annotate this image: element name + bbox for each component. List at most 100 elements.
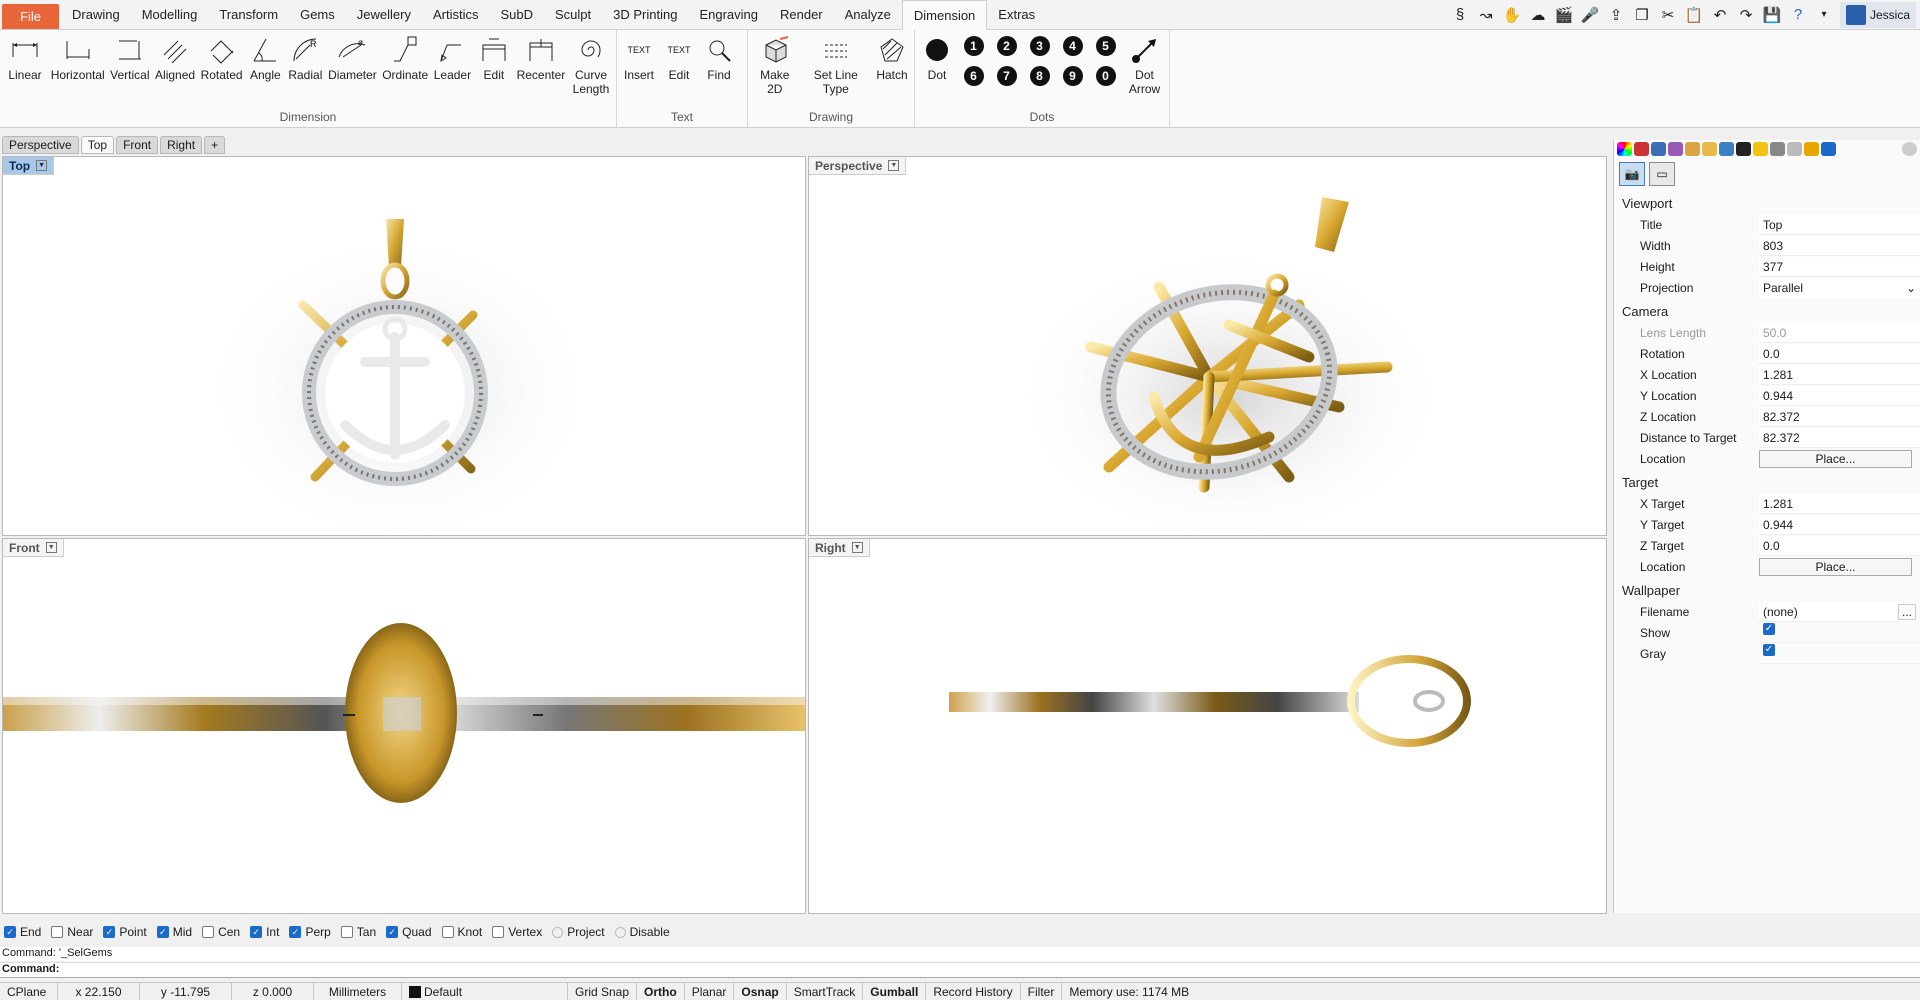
clock-icon[interactable]: [1770, 142, 1785, 156]
tab-engraving[interactable]: Engraving: [688, 0, 769, 29]
perp-checkbox[interactable]: ✓: [289, 926, 302, 938]
mid-checkbox[interactable]: ✓: [156, 926, 169, 938]
osnap-int[interactable]: ✓ Int: [250, 925, 279, 939]
viewport-perspective[interactable]: Perspective ▼: [808, 156, 1607, 536]
disable-radio[interactable]: [614, 926, 626, 938]
z-target-field[interactable]: 0.0: [1759, 535, 1920, 556]
tab-sculpt[interactable]: Sculpt: [544, 0, 602, 29]
light-icon[interactable]: [1804, 142, 1819, 156]
osnap-knot[interactable]: Knot: [441, 925, 482, 939]
materials-icon[interactable]: [1651, 142, 1666, 156]
color-wheel-icon[interactable]: [1617, 142, 1632, 156]
distance-to-target-field[interactable]: 82.372: [1759, 427, 1920, 448]
tab-subd[interactable]: SubD: [489, 0, 544, 29]
dot-4-button[interactable]: 4: [1056, 36, 1089, 66]
redo-icon[interactable]: ↷: [1736, 5, 1756, 25]
tan-checkbox[interactable]: [340, 926, 353, 938]
record-history-toggle[interactable]: Record History: [926, 982, 1021, 1000]
chevron-down-icon[interactable]: ▼: [888, 160, 900, 171]
viewport-mode-button[interactable]: ▭: [1649, 162, 1675, 186]
chevron-down-icon[interactable]: ▾: [1814, 5, 1834, 25]
command-input[interactable]: Command:: [0, 962, 1920, 978]
chevron-down-icon[interactable]: ▼: [851, 542, 863, 553]
dot-7-button[interactable]: 7: [990, 66, 1023, 96]
point-checkbox[interactable]: ✓: [103, 926, 116, 938]
int-checkbox[interactable]: ✓: [250, 926, 263, 938]
tab-extras[interactable]: Extras: [987, 0, 1046, 29]
notification-icon[interactable]: [1821, 142, 1836, 156]
microphone-icon[interactable]: 🎤: [1580, 5, 1600, 25]
dot-3-button[interactable]: 3: [1023, 36, 1056, 66]
y-target-field[interactable]: 0.944: [1759, 514, 1920, 535]
osnap-tan[interactable]: Tan: [340, 925, 376, 939]
osnap-perp[interactable]: ✓ Perp: [289, 925, 331, 939]
camera-place-button[interactable]: Place...: [1759, 449, 1912, 468]
grid-icon[interactable]: [1787, 142, 1802, 156]
image-icon[interactable]: [1719, 142, 1734, 156]
end-checkbox[interactable]: ✓: [4, 926, 16, 938]
tab-drawing[interactable]: Drawing: [61, 0, 131, 29]
gray-checkbox[interactable]: ✓: [1763, 643, 1775, 656]
title-field[interactable]: Top: [1759, 214, 1920, 235]
viewport-title[interactable]: Perspective ▼: [809, 157, 907, 175]
layers-icon[interactable]: [1736, 142, 1751, 156]
viewport-front[interactable]: Front ▼: [2, 538, 806, 914]
dot-9-button[interactable]: 9: [1056, 66, 1089, 96]
cloud-icon[interactable]: ☁: [1528, 5, 1548, 25]
tab-modelling[interactable]: Modelling: [131, 0, 209, 29]
copy-icon[interactable]: ❐: [1632, 5, 1652, 25]
dot-8-button[interactable]: 8: [1023, 66, 1056, 96]
paste-icon[interactable]: 📋: [1684, 5, 1704, 25]
vertex-checkbox[interactable]: [492, 926, 505, 938]
browse-button[interactable]: ...: [1898, 603, 1916, 620]
viewport-tab-right[interactable]: Right: [160, 136, 203, 154]
cen-checkbox[interactable]: [202, 926, 215, 938]
osnap-point[interactable]: ✓ Point: [103, 925, 147, 939]
osnap-mid[interactable]: ✓ Mid: [156, 925, 192, 939]
near-checkbox[interactable]: [51, 926, 64, 938]
show-checkbox[interactable]: ✓: [1763, 622, 1775, 635]
brush-icon[interactable]: [1685, 142, 1700, 156]
tab-artistics[interactable]: Artistics: [422, 0, 490, 29]
ortho-toggle[interactable]: Ortho: [637, 982, 685, 1000]
projection-select[interactable]: Parallel ⌄: [1759, 277, 1920, 298]
undo-icon[interactable]: ↶: [1710, 5, 1730, 25]
y-location-field[interactable]: 0.944: [1759, 385, 1920, 406]
viewport-tab-front[interactable]: Front: [116, 136, 159, 154]
user-account[interactable]: Jessica: [1839, 1, 1916, 28]
osnap-cen[interactable]: Cen: [202, 925, 240, 939]
viewport-top[interactable]: Top ▼: [2, 156, 806, 536]
dot-5-button[interactable]: 5: [1089, 36, 1122, 66]
viewport-title[interactable]: Right ▼: [809, 539, 870, 557]
viewport-tab-perspective[interactable]: Perspective: [2, 136, 79, 154]
viewport-title[interactable]: Top ▼: [3, 157, 55, 175]
tab-analyze[interactable]: Analyze: [834, 0, 902, 29]
width-field[interactable]: 803: [1759, 235, 1920, 256]
x-location-field[interactable]: 1.281: [1759, 364, 1920, 385]
file-menu-button[interactable]: File: [2, 4, 59, 29]
tab-render[interactable]: Render: [769, 0, 834, 29]
save-icon[interactable]: 💾: [1762, 5, 1782, 25]
camera-mode-button[interactable]: 📷: [1619, 162, 1645, 186]
layer-indicator[interactable]: Default: [402, 982, 568, 1000]
units-indicator[interactable]: Millimeters: [314, 982, 402, 1000]
osnap-quad[interactable]: ✓ Quad: [386, 925, 432, 939]
osnap-vertex[interactable]: Vertex: [492, 925, 542, 939]
folder-icon[interactable]: [1702, 142, 1717, 156]
osnap-disable[interactable]: Disable: [614, 925, 670, 939]
x-target-field[interactable]: 1.281: [1759, 493, 1920, 514]
chevron-down-icon[interactable]: ▼: [36, 160, 48, 171]
rotation-field[interactable]: 0.0: [1759, 343, 1920, 364]
quad-checkbox[interactable]: ✓: [386, 926, 399, 938]
height-field[interactable]: 377: [1759, 256, 1920, 277]
grid-snap-toggle[interactable]: Grid Snap: [568, 982, 638, 1000]
dot-0-button[interactable]: 0: [1089, 66, 1122, 96]
project-radio[interactable]: [552, 926, 564, 938]
smarttrack-toggle[interactable]: SmartTrack: [787, 982, 864, 1000]
cplane-indicator[interactable]: CPlane: [0, 982, 58, 1000]
render-icon[interactable]: [1634, 142, 1649, 156]
tab-3d-printing[interactable]: 3D Printing: [602, 0, 688, 29]
tab-jewellery[interactable]: Jewellery: [346, 0, 422, 29]
dot-6-button[interactable]: 6: [957, 66, 990, 96]
paint-icon[interactable]: [1668, 142, 1683, 156]
